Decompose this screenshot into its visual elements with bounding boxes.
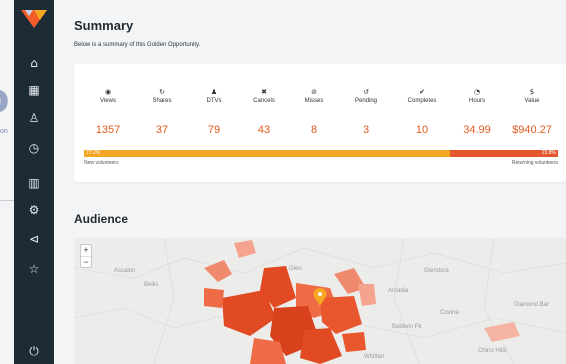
background-window-fragment: o on	[0, 60, 14, 210]
gear-icon[interactable]: ⚙	[14, 199, 54, 221]
stat-label: Value	[524, 98, 540, 104]
megaphone-icon[interactable]: ⊲	[14, 228, 54, 250]
power-icon[interactable]: ⏻	[14, 340, 54, 362]
stat-misses: ⊘ Misses 8	[284, 88, 344, 136]
sidebar: ⌂ ▦ ♙ ◷ ▥ ⚙ ⊲ ☆ ⏻	[14, 0, 54, 364]
map-place-label: Chino Hills	[478, 348, 507, 354]
map-zoom-control: + −	[80, 244, 92, 268]
circle-slash-icon: ⊘	[311, 88, 317, 96]
stat-pending: ↺ Pending 3	[336, 88, 396, 136]
zoom-in-button[interactable]: +	[81, 245, 91, 256]
stat-value: 10	[415, 124, 429, 136]
map-place-label: Diamond Bar	[514, 302, 550, 308]
new-volunteers-caption: New volunteers	[84, 160, 119, 166]
home-icon[interactable]: ⌂	[14, 52, 54, 74]
stat-label: Completes	[407, 98, 437, 104]
new-volunteers-fill	[84, 150, 450, 157]
star-icon[interactable]: ☆	[14, 258, 54, 280]
stat-label: Hours	[468, 98, 485, 104]
stat-value: 34.99	[463, 124, 491, 136]
map-place-label: Covina	[440, 310, 459, 316]
stat-value: 1357	[95, 124, 121, 136]
user-icon[interactable]: ♙	[14, 107, 54, 129]
fragment-divider	[0, 200, 14, 201]
stopwatch-icon[interactable]: ◷	[14, 137, 54, 159]
check-icon: ✔	[419, 88, 425, 96]
stat-value: $940.27	[512, 124, 552, 136]
zoom-out-button[interactable]: −	[81, 256, 91, 267]
stat-completes: ✔ Completes 10	[392, 88, 452, 136]
stat-value: 3	[362, 124, 370, 136]
stat-value: $ Value $940.27	[502, 88, 562, 136]
map-place-label: Whittier	[364, 354, 385, 360]
volunteer-split-bar: 77.2% 22.8%	[84, 150, 558, 157]
stat-label: Views	[100, 98, 116, 104]
clock-icon: ◔	[473, 88, 481, 96]
audience-heat-regions	[204, 240, 520, 364]
stat-label: Misses	[304, 98, 324, 104]
stat-hours: ◔ Hours 34.99	[447, 88, 507, 136]
eye-icon: ◉	[104, 88, 112, 96]
dollar-icon: $	[529, 88, 535, 96]
map-place-label: Arcadia	[388, 288, 409, 294]
fragment-caption: on	[0, 128, 8, 135]
share-icon: ↻	[159, 88, 165, 96]
app-logo-icon[interactable]	[21, 8, 47, 30]
returning-volunteers-percent: 22.8%	[541, 150, 556, 156]
map-place-label: Glendora	[424, 268, 449, 274]
stat-value: 8	[310, 124, 318, 136]
refresh-icon: ↺	[363, 88, 369, 96]
map-place-label: Bellis	[144, 282, 159, 288]
page-title: Summary	[74, 18, 134, 33]
stat-value: 37	[155, 124, 169, 136]
summary-card: ◉ Views 1357 ↻ Shares 37 ♟ DTVs 79 ✖ Cancels 43 ⊘ Mis…	[74, 64, 566, 182]
map-place-label: Glen	[289, 266, 302, 272]
page-subtitle: Below is a summary of this Golden Opport…	[74, 42, 201, 48]
returning-volunteers-caption: Returning volunteers	[511, 160, 558, 166]
stat-label: Shares	[152, 98, 172, 104]
audience-title: Audience	[74, 212, 129, 226]
bar-chart-icon[interactable]: ▥	[14, 172, 54, 194]
map-place-label: Ascalon	[114, 268, 136, 274]
map-regions	[74, 238, 566, 364]
map-place-label: Baldwin Pk	[392, 324, 422, 330]
stat-views: ◉ Views 1357	[78, 88, 138, 136]
stat-shares: ↻ Shares 37	[132, 88, 192, 136]
fragment-logo-text: o	[0, 76, 9, 122]
audience-map[interactable]: + − Ascalon Glen Bellis Arcadia Glendora…	[74, 238, 566, 364]
grid-icon[interactable]: ▦	[14, 79, 54, 101]
new-volunteers-percent: 77.2%	[86, 150, 101, 156]
stat-label: Pending	[354, 98, 378, 104]
main-content: Summary Below is a summary of this Golde…	[60, 0, 566, 364]
